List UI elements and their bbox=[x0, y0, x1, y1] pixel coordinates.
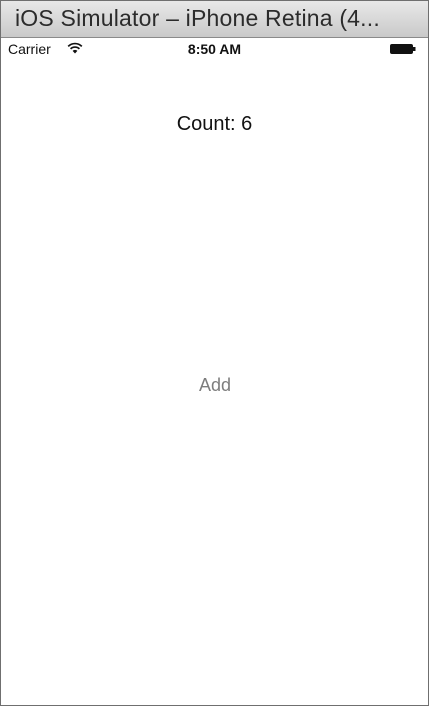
battery-icon bbox=[390, 44, 416, 54]
count-label: Count: 6 bbox=[176, 113, 253, 135]
window-titlebar[interactable]: iOS Simulator – iPhone Retina (4... bbox=[1, 1, 428, 38]
status-bar-time: 8:50 AM bbox=[187, 41, 242, 57]
simulator-window: iOS Simulator – iPhone Retina (4... Carr… bbox=[0, 0, 429, 706]
window-title: iOS Simulator – iPhone Retina (4... bbox=[15, 5, 380, 31]
add-button[interactable]: Add bbox=[175, 371, 255, 399]
ios-status-bar: Carrier 8:50 AM bbox=[1, 38, 428, 60]
